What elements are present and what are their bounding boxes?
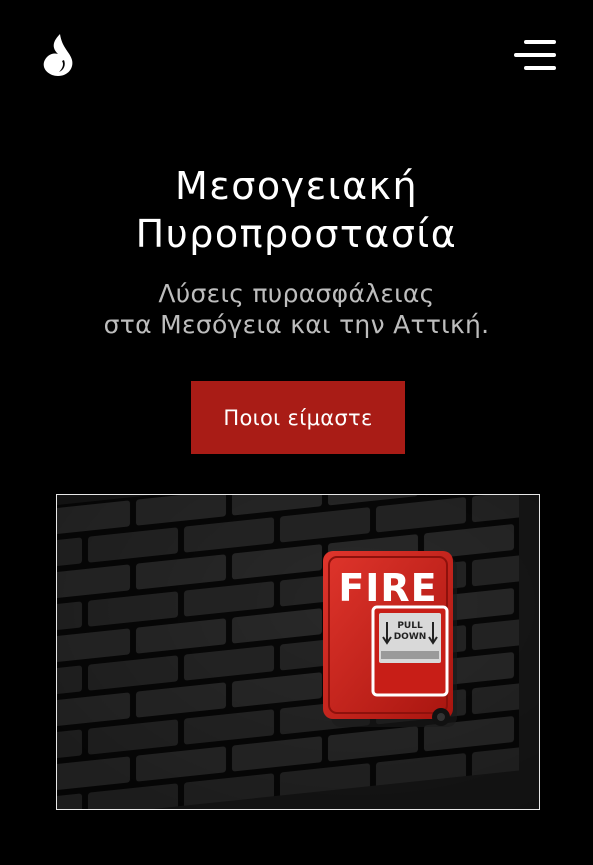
hero-subtitle-line2: στα Μεσόγεια και την Αττική. [103, 310, 490, 339]
flame-logo-icon[interactable] [40, 32, 76, 76]
alarm-pull-label: PULL [397, 621, 423, 631]
about-us-button[interactable]: Ποιοι είμαστε [191, 381, 405, 454]
hero-title-line2: Πυροπροστασία [135, 212, 458, 256]
hamburger-menu-icon[interactable] [512, 38, 558, 72]
hero-title-line1: Μεσογειακή [174, 164, 419, 208]
fire-alarm-image: FIRE PULL DOWN [56, 494, 540, 810]
fire-alarm-pull-station: FIRE PULL DOWN [323, 551, 457, 727]
alarm-down-label: DOWN [394, 632, 427, 642]
site-header [0, 0, 593, 110]
hero-subtitle-line1: Λύσεις πυρασφάλειας [158, 279, 435, 308]
hero-subtitle: Λύσεις πυρασφάλειας στα Μεσόγεια και την… [0, 278, 593, 340]
brick-wall [57, 495, 539, 809]
alarm-fire-label: FIRE [338, 566, 437, 610]
hero-title: Μεσογειακή Πυροπροστασία [0, 162, 593, 258]
